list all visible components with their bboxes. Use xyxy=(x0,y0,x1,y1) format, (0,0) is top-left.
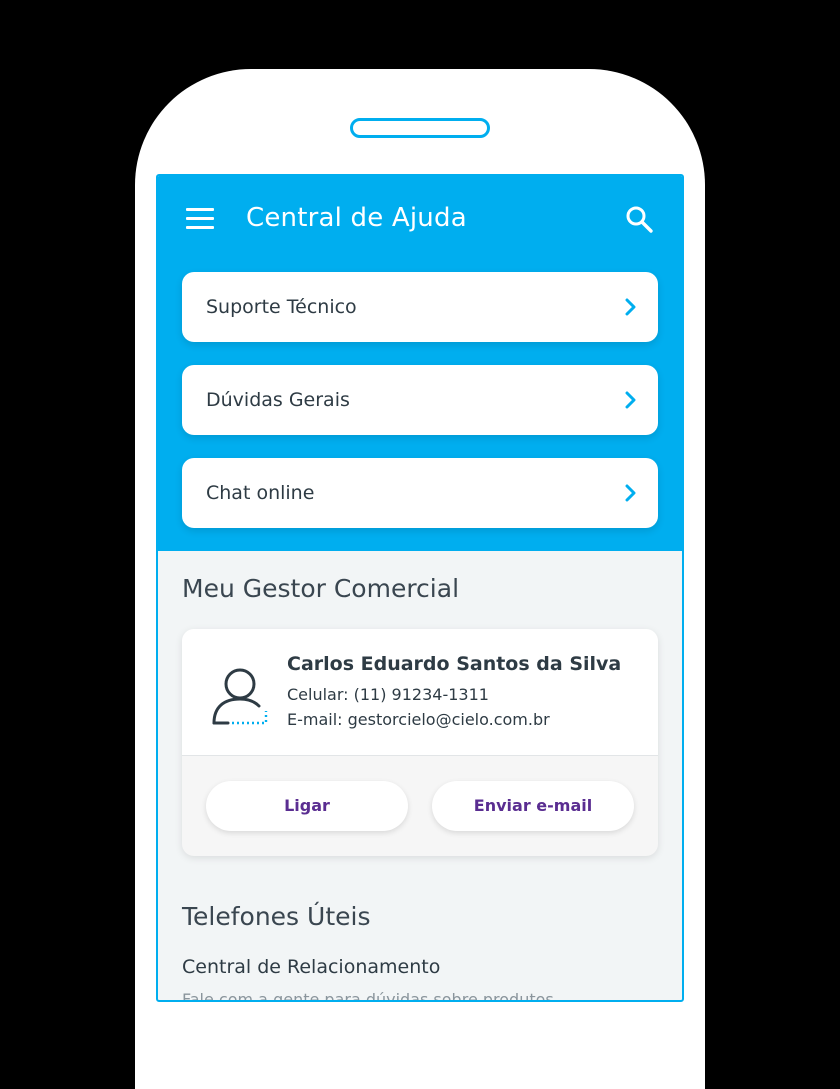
telefone-item-label[interactable]: Central de Relacionamento xyxy=(182,956,440,978)
telefone-item-subtitle: Fale com a gente para dúvidas sobre prod… xyxy=(182,990,554,1002)
search-icon[interactable] xyxy=(624,204,654,234)
gestor-section-title: Meu Gestor Comercial xyxy=(182,574,460,603)
chevron-right-icon xyxy=(625,391,636,409)
top-app-bar: Central de Ajuda xyxy=(158,176,682,260)
phone-speaker xyxy=(350,118,490,138)
menu-item-label: Dúvidas Gerais xyxy=(206,389,350,411)
menu-item-duvidas-gerais[interactable]: Dúvidas Gerais xyxy=(182,365,658,435)
gestor-card: Carlos Eduardo Santos da Silva Celular: … xyxy=(182,629,658,856)
call-button[interactable]: Ligar xyxy=(206,781,408,831)
menu-item-label: Chat online xyxy=(206,482,315,504)
telefones-section-title: Telefones Úteis xyxy=(182,902,371,931)
app-screen: Central de Ajuda Suporte Técnico Dúvidas… xyxy=(156,174,684,1002)
gestor-phone: Celular: (11) 91234-1311 xyxy=(287,685,489,704)
chevron-right-icon xyxy=(625,484,636,502)
gestor-email: E-mail: gestorcielo@cielo.com.br xyxy=(287,710,550,729)
gestor-name: Carlos Eduardo Santos da Silva xyxy=(287,653,622,675)
user-avatar-icon xyxy=(212,668,268,725)
menu-item-suporte-tecnico[interactable]: Suporte Técnico xyxy=(182,272,658,342)
menu-item-chat-online[interactable]: Chat online xyxy=(182,458,658,528)
send-email-button[interactable]: Enviar e-mail xyxy=(432,781,634,831)
page-title: Central de Ajuda xyxy=(246,203,467,233)
chevron-right-icon xyxy=(625,298,636,316)
menu-item-label: Suporte Técnico xyxy=(206,296,357,318)
gestor-info: Carlos Eduardo Santos da Silva Celular: … xyxy=(182,629,658,756)
hamburger-menu-icon[interactable] xyxy=(186,208,214,230)
